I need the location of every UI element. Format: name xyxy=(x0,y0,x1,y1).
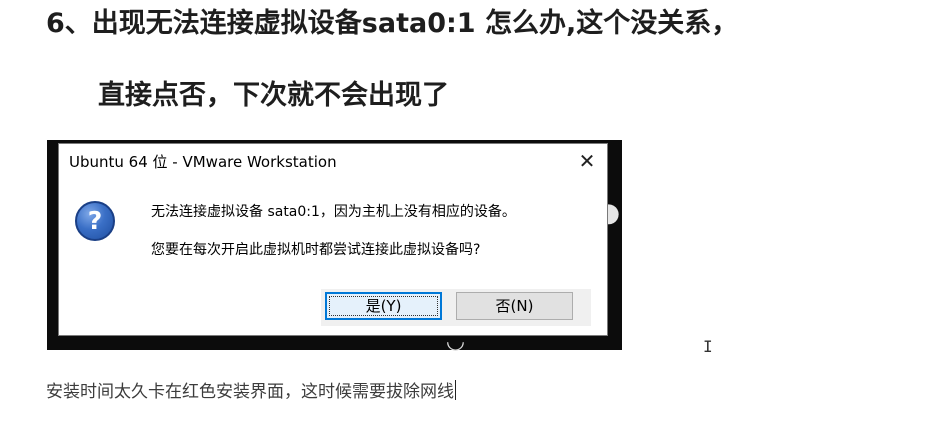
yes-button[interactable]: 是(Y) xyxy=(325,292,442,320)
heading-line-2: 直接点否，下次就不会出现了 xyxy=(98,80,449,111)
text-caret xyxy=(455,380,456,400)
caption-text: 安装时间太久卡在红色安装界面，这时候需要拔除网线 xyxy=(46,382,454,402)
dialog-button-row: 是(Y) 否(N) xyxy=(321,289,591,326)
close-button[interactable]: ✕ xyxy=(573,148,601,174)
text-cursor-icon: I xyxy=(703,337,713,356)
close-icon: ✕ xyxy=(578,149,596,173)
dialog-title: Ubuntu 64 位 - VMware Workstation xyxy=(69,153,337,171)
question-icon: ? xyxy=(75,201,115,241)
no-button[interactable]: 否(N) xyxy=(456,292,573,320)
dialog-message-line-1: 无法连接虚拟设备 sata0:1，因为主机上没有相应的设备。 xyxy=(151,204,516,220)
heading-line-1: 6、出现无法连接虚拟设备sata0:1 怎么办,这个没关系， xyxy=(46,8,739,39)
dialog-message-line-2: 您要在每次开启此虚拟机时都尝试连接此虚拟设备吗? xyxy=(151,242,481,258)
caption-paragraph[interactable]: 安装时间太久卡在红色安装界面，这时候需要拔除网线 xyxy=(46,380,456,404)
vmware-dialog: Ubuntu 64 位 - VMware Workstation ✕ ? 无法连… xyxy=(58,143,608,336)
embedded-screenshot: ● ◡ Ubuntu 64 位 - VMware Workstation ✕ ?… xyxy=(47,140,622,354)
